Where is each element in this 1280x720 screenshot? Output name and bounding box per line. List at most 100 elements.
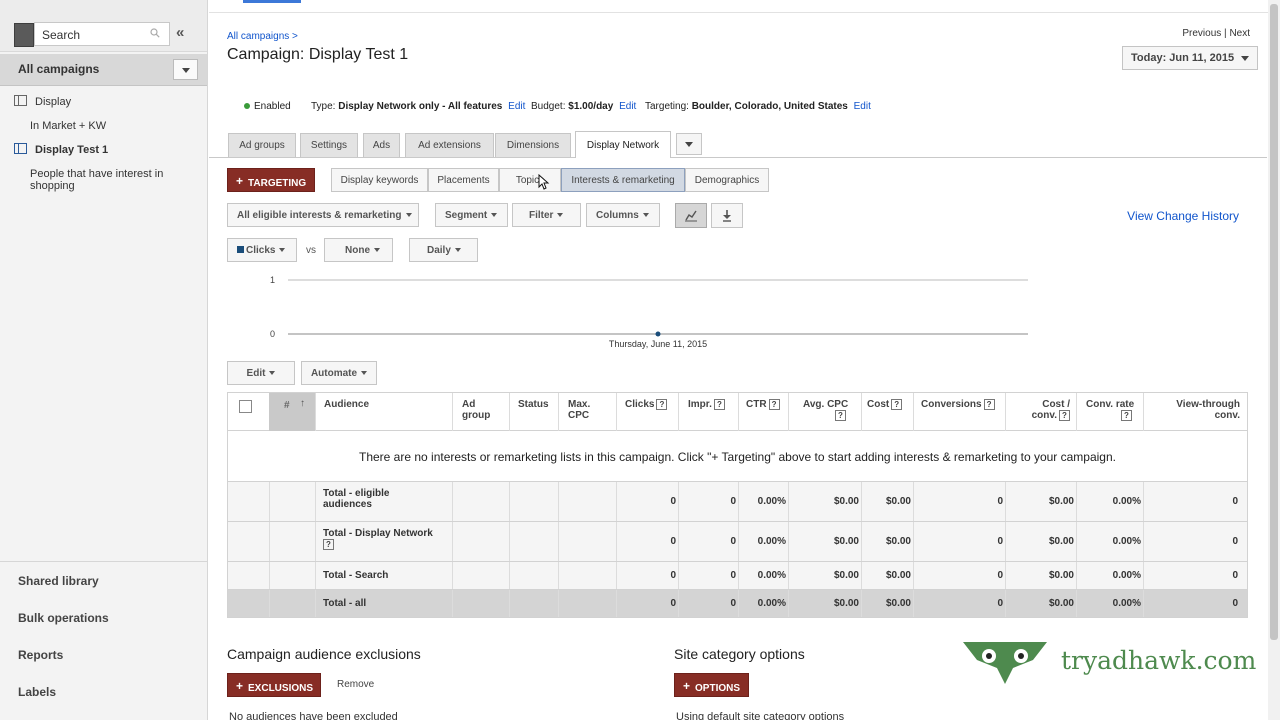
sidebar-item-reports[interactable]: Reports [18,648,63,662]
help-icon[interactable]: ? [656,399,668,410]
more-tabs-dropdown[interactable] [676,133,702,155]
tab-dimensions[interactable]: Dimensions [495,133,571,157]
sidebar-item-shared-library[interactable]: Shared library [18,574,99,588]
segment-dropdown[interactable]: Segment [435,203,508,227]
help-icon[interactable]: ? [768,399,780,410]
remove-button[interactable]: Remove [337,679,374,690]
col-sep [1143,393,1144,431]
sidebar-item-display-test-1[interactable]: Display Test 1 [35,144,108,156]
collapse-sidebar-icon[interactable]: « [176,24,184,41]
add-targeting-button[interactable]: + TARGETING [227,168,315,192]
breadcrumb[interactable]: All campaigns > [227,31,298,42]
download-button[interactable] [711,203,743,228]
scrollbar[interactable] [1268,0,1280,720]
help-icon[interactable]: ? [713,399,725,410]
header-audience[interactable]: Audience [324,399,369,410]
header-view-through-line1: View-through [1176,399,1240,410]
tab-display-network[interactable]: Display Network [575,131,671,158]
edit-targeting-link[interactable]: Edit [854,101,871,112]
tab-ads[interactable]: Ads [363,133,400,157]
header-cost[interactable]: Cost? [867,399,903,410]
metric-color-swatch [237,246,244,253]
tab-display-keywords[interactable]: Display keywords [331,168,428,192]
col-sep [452,482,453,521]
cell-view-through: 0 [1232,570,1238,581]
header-ad-group[interactable]: Ad group [462,399,490,421]
cell-conversions: 0 [997,570,1003,581]
toggle-graph-button[interactable] [675,203,707,228]
add-exclusions-button[interactable]: + EXCLUSIONS [227,673,321,697]
targeting-button-label: TARGETING [248,178,307,189]
cell-conversions: 0 [997,598,1003,609]
sidebar-item-bulk-operations[interactable]: Bulk operations [18,611,109,625]
metric1-dropdown[interactable]: Clicks [227,238,297,262]
header-ctr[interactable]: CTR? [746,399,780,410]
cell-cost: $0.00 [885,598,911,609]
tab-interests-remarketing[interactable]: Interests & remarketing [561,168,685,192]
select-all-checkbox[interactable] [239,400,252,413]
sidebar-item-shopping-interest[interactable]: People that have interest in shopping [30,168,207,192]
tab-settings[interactable]: Settings [300,133,358,157]
date-range-selector[interactable]: Today: Jun 11, 2015 [1122,46,1258,70]
header-conv-rate[interactable]: Conv. rate? [1086,399,1134,421]
header-view-through[interactable]: View-through conv. [1158,399,1240,421]
header-clicks[interactable]: Clicks? [625,399,668,411]
help-icon[interactable]: ? [1121,410,1132,421]
header-conversions[interactable]: Conversions? [921,399,995,410]
help-icon[interactable]: ? [323,539,334,550]
help-icon[interactable]: ? [891,399,903,410]
help-icon[interactable]: ? [983,399,995,410]
scrollbar-thumb[interactable] [1270,4,1278,640]
header-cost-per-conv[interactable]: Cost / conv.? [1018,399,1070,421]
site-category-note: Using default site category options [676,711,845,720]
tab-placements[interactable]: Placements [428,168,499,192]
campaign-icon [14,143,27,154]
chevron-down-icon [269,371,276,376]
columns-dropdown[interactable]: Columns [586,203,660,227]
edit-dropdown[interactable]: Edit [227,361,295,385]
filter-dropdown[interactable]: Filter [512,203,581,227]
view-change-history-link[interactable]: View Change History [1127,209,1239,223]
granularity-dropdown[interactable]: Daily [409,238,478,262]
chart-data-point[interactable] [655,331,661,337]
help-icon[interactable]: ? [1059,410,1070,421]
tab-ad-groups[interactable]: Ad groups [228,133,296,157]
header-avg-cpc[interactable]: Avg. CPC? [803,399,848,421]
all-campaigns-item[interactable]: All campaigns [0,54,207,86]
chevron-down-icon [557,213,564,218]
help-icon[interactable]: ? [835,410,846,421]
metric2-dropdown[interactable]: None [324,238,393,262]
tab-demographics[interactable]: Demographics [685,168,769,192]
search-icon[interactable] [150,28,160,38]
header-max-cpc[interactable]: Max. CPC [568,399,590,421]
tab-topics[interactable]: Topics [499,168,561,192]
type-value: Display Network only - All features [338,101,503,112]
search-input[interactable]: Search [34,22,170,46]
next-link[interactable]: Next [1229,28,1250,39]
targeting-value: Boulder, Colorado, United States [691,101,848,112]
header-avg-cpc-label: Avg. CPC [803,399,849,410]
header-clicks-label: Clicks [625,399,655,411]
tab-ad-extensions[interactable]: Ad extensions [405,133,494,157]
col-sep [913,590,914,617]
col-sep [788,482,789,521]
sidebar-item-labels[interactable]: Labels [18,685,56,699]
previous-link[interactable]: Previous [1182,28,1221,39]
scope-dropdown[interactable]: All eligible interests & remarketing [227,203,419,227]
edit-type-link[interactable]: Edit [508,101,525,112]
status-enabled[interactable]: Enabled [254,101,291,112]
sidebar-item-in-market-kw[interactable]: In Market + KW [30,120,106,132]
prev-next-separator: | [1224,28,1227,39]
header-impr[interactable]: Impr.? [688,399,725,410]
all-campaigns-dropdown[interactable] [173,59,198,80]
adwords-logo-icon[interactable] [14,23,34,47]
add-options-button[interactable]: + OPTIONS [674,673,749,697]
sort-column-header[interactable]: # ↑ [269,393,315,431]
header-status[interactable]: Status [518,399,549,410]
x-tick-label: Thursday, June 11, 2015 [609,339,707,349]
cell-view-through: 0 [1232,496,1238,507]
edit-budget-link[interactable]: Edit [619,101,636,112]
automate-dropdown[interactable]: Automate [301,361,377,385]
sidebar-item-display[interactable]: Display [35,96,71,108]
col-sep [678,562,679,589]
